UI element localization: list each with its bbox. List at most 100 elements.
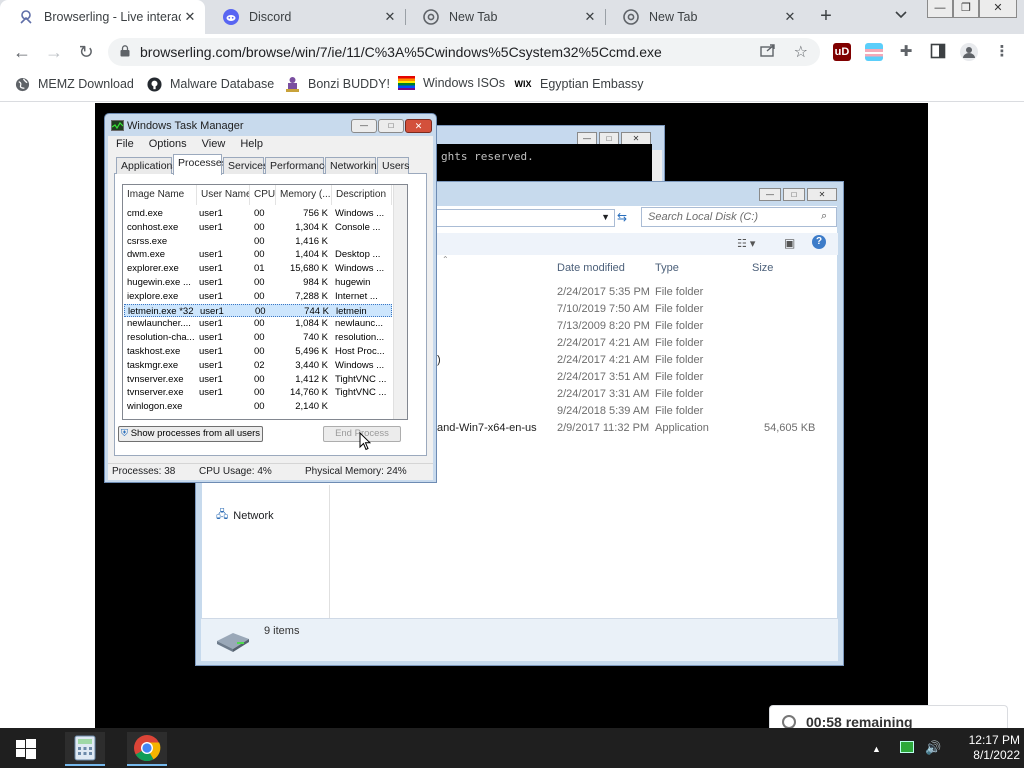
file-name[interactable]: ) xyxy=(437,354,441,366)
show-hidden-icons-icon[interactable]: ▲ xyxy=(872,744,881,754)
column-date-modified[interactable]: Date modified xyxy=(557,262,625,274)
close-icon[interactable]: ✕ xyxy=(807,188,837,201)
process-row[interactable]: taskhost.exe user1 00 5,496 K Host Proc... xyxy=(124,345,392,358)
process-row[interactable]: csrss.exe 00 1,416 K xyxy=(124,235,392,248)
chevron-down-icon[interactable] xyxy=(895,8,907,22)
restore-icon[interactable]: □ xyxy=(783,188,805,201)
process-row[interactable]: tvnserver.exe user1 00 1,412 K TightVNC ... xyxy=(124,373,392,386)
reload-icon[interactable]: ↻ xyxy=(74,40,98,64)
close-icon[interactable]: ✕ xyxy=(781,9,799,25)
restore-icon[interactable]: □ xyxy=(378,119,404,133)
navigation-pane: 🖧 Network xyxy=(201,485,330,618)
bookmark-bonzi-buddy[interactable]: Bonzi BUDDY! xyxy=(284,76,390,92)
back-arrow-icon[interactable]: ← xyxy=(10,40,34,64)
calculator-app-icon[interactable] xyxy=(65,732,105,766)
tab-services[interactable]: Services xyxy=(223,157,268,174)
restore-icon[interactable]: ❐ xyxy=(953,0,979,18)
explorer-search-input[interactable]: Search Local Disk (C:) xyxy=(641,207,837,227)
profile-avatar-icon[interactable] xyxy=(960,43,978,61)
process-cpu: 00 xyxy=(254,235,265,247)
tab-networking[interactable]: Networking xyxy=(325,157,383,174)
lock-icon[interactable] xyxy=(120,44,130,60)
task-manager-window[interactable]: Windows Task Manager — □ ✕ File Options Vi… xyxy=(104,113,437,483)
tab-new-tab-1[interactable]: New Tab ✕ xyxy=(405,0,605,34)
nav-item-network[interactable]: 🖧 Network xyxy=(216,506,274,525)
cmd-window[interactable]: — □ ✕ ghts reserved. xyxy=(432,125,665,184)
process-row[interactable]: tvnserver.exe user1 00 14,760 K TightVNC ... xyxy=(124,386,392,399)
process-row[interactable]: taskmgr.exe user1 02 3,440 K Windows ... xyxy=(124,359,392,372)
menu-help[interactable]: Help xyxy=(240,138,263,150)
menu-view[interactable]: View xyxy=(202,138,226,150)
dropdown-arrow-icon[interactable]: ▼ xyxy=(601,212,610,222)
shield-icon: ⛨ xyxy=(120,428,129,439)
address-bar[interactable]: browserling.com/browse/win/7/ie/11/C%3A%… xyxy=(108,38,820,66)
windows-start-icon[interactable] xyxy=(6,732,46,766)
new-tab-button[interactable]: + xyxy=(814,6,838,28)
column-size[interactable]: Size xyxy=(752,262,773,274)
side-panel-icon[interactable] xyxy=(929,43,947,61)
help-icon[interactable]: ? xyxy=(812,235,826,249)
column-type[interactable]: Type xyxy=(655,262,679,274)
bookmark-star-icon[interactable]: ☆ xyxy=(794,42,808,62)
show-all-processes-button[interactable]: ⛨ Show processes from all users xyxy=(118,426,263,442)
close-icon[interactable]: ✕ xyxy=(181,9,199,25)
process-row[interactable]: resolution-cha... user1 00 740 K resolution.… xyxy=(124,331,392,344)
process-row[interactable]: iexplore.exe user1 00 7,288 K Internet ... xyxy=(124,290,392,303)
column-memory[interactable]: Memory (... xyxy=(276,185,332,205)
system-clock[interactable]: 12:17 PM 8/1/2022 xyxy=(940,733,1020,763)
process-row[interactable]: conhost.exe user1 00 1,304 K Console ... xyxy=(124,221,392,234)
bookmark-windows-isos[interactable]: Windows ISOs xyxy=(398,76,505,90)
file-name[interactable]: and-Win7-x64-en-us xyxy=(437,422,537,434)
ublock-origin-icon[interactable]: uD xyxy=(833,43,851,61)
process-row[interactable]: letmein.exe *32 user1 00 744 K letmein xyxy=(124,303,392,317)
minimize-icon[interactable]: — xyxy=(759,188,781,201)
close-window-icon[interactable]: ✕ xyxy=(979,0,1017,18)
process-row[interactable]: winlogon.exe 00 2,140 K xyxy=(124,400,392,413)
forward-arrow-icon[interactable]: → xyxy=(42,40,66,64)
refresh-icon[interactable]: ⇆ xyxy=(617,210,627,224)
tab-performance[interactable]: Performance xyxy=(265,157,330,174)
close-icon[interactable]: ✕ xyxy=(581,9,599,25)
process-row[interactable]: explorer.exe user1 01 15,680 K Windows ... xyxy=(124,262,392,275)
tab-discord[interactable]: Discord ✕ xyxy=(205,0,405,34)
process-user: user1 xyxy=(199,277,223,288)
view-options-icon[interactable]: ☷ ▾ xyxy=(737,237,755,250)
volume-icon[interactable]: 🔊 xyxy=(925,740,941,755)
tab-users[interactable]: Users xyxy=(377,157,409,174)
process-list[interactable]: Image Name User Name CPU Memory (... Des… xyxy=(122,184,408,420)
column-cpu[interactable]: CPU xyxy=(250,185,276,205)
scrollbar[interactable] xyxy=(652,150,662,184)
search-icon[interactable]: ⌕ xyxy=(821,210,827,223)
share-icon[interactable] xyxy=(760,43,776,60)
bookmark-malware-database[interactable]: Malware Database xyxy=(146,76,274,92)
column-user-name[interactable]: User Name xyxy=(197,185,250,205)
file-size: 54,605 KB xyxy=(764,422,816,434)
scrollbar[interactable] xyxy=(393,185,407,419)
process-row[interactable]: newlauncher.... user1 00 1,084 K newlaunc... xyxy=(124,317,392,330)
trans-flag-extension-icon[interactable] xyxy=(865,43,883,61)
column-description[interactable]: Description xyxy=(332,185,392,205)
tab-applications[interactable]: Applications xyxy=(116,157,178,174)
file-date: 2/24/2017 5:35 PM xyxy=(557,286,650,298)
network-tray-icon[interactable] xyxy=(899,741,914,753)
preview-pane-icon[interactable]: ▣ xyxy=(784,236,795,250)
process-row[interactable]: hugewin.exe ... user1 00 984 K hugewin xyxy=(124,276,392,289)
close-icon[interactable]: ✕ xyxy=(381,9,399,25)
extensions-puzzle-icon[interactable]: ✚ xyxy=(897,43,915,61)
process-row[interactable]: cmd.exe user1 00 756 K Windows ... xyxy=(124,207,392,220)
bookmark-egyptian-embassy[interactable]: WIX Egyptian Embassy xyxy=(514,76,644,92)
process-cpu: 00 xyxy=(254,277,265,288)
menu-options[interactable]: Options xyxy=(149,138,187,150)
menu-kebab-icon[interactable]: ⋮ xyxy=(993,43,1011,61)
process-row[interactable]: dwm.exe user1 00 1,404 K Desktop ... xyxy=(124,248,392,261)
menu-file[interactable]: File xyxy=(116,138,134,150)
chrome-app-icon[interactable] xyxy=(127,732,167,766)
close-icon[interactable]: ✕ xyxy=(405,119,432,133)
bookmark-memz-download[interactable]: MEMZ Download xyxy=(14,76,134,92)
column-image-name[interactable]: Image Name xyxy=(123,185,197,205)
tab-processes[interactable]: Processes xyxy=(173,154,227,175)
tab-new-tab-2[interactable]: New Tab ✕ xyxy=(605,0,805,34)
minimize-icon[interactable]: — xyxy=(927,0,953,18)
tab-browserling[interactable]: Browserling - Live interac ✕ xyxy=(0,0,205,34)
minimize-icon[interactable]: — xyxy=(351,119,377,133)
